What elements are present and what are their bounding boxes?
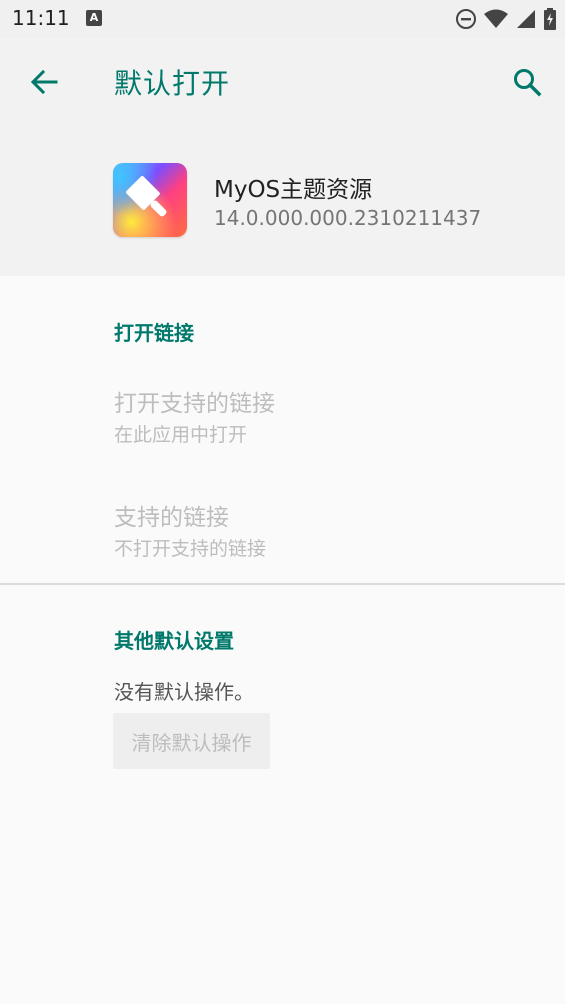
divider	[0, 583, 565, 585]
pref-summary: 在此应用中打开	[114, 424, 248, 446]
back-button[interactable]	[22, 60, 66, 104]
app-version: 14.0.000.000.2310211437	[214, 206, 482, 230]
no-default-message: 没有默认操作。	[114, 680, 254, 704]
battery-icon	[544, 8, 556, 30]
search-icon	[514, 69, 542, 97]
wifi-icon	[484, 9, 508, 28]
dnd-icon	[456, 9, 476, 29]
app-bar: 默认打开	[0, 38, 565, 126]
app-icon	[113, 163, 187, 237]
section-header-other-defaults: 其他默认设置	[114, 629, 234, 653]
arrow-back-icon	[30, 69, 58, 95]
pref-title: 支持的链接	[114, 505, 229, 531]
notification-a-icon: A	[86, 10, 102, 26]
status-time: 11:11	[12, 6, 70, 30]
pref-supported-links[interactable]: 支持的链接 不打开支持的链接	[0, 480, 565, 580]
app-header: MyOS主题资源 14.0.000.000.2310211437	[0, 126, 565, 276]
pref-summary: 不打开支持的链接	[114, 538, 267, 560]
status-bar: 11:11 A	[0, 0, 565, 38]
page-title: 默认打开	[114, 67, 231, 100]
pref-title: 打开支持的链接	[114, 391, 275, 417]
search-button[interactable]	[505, 60, 549, 104]
section-header-open-links: 打开链接	[114, 321, 194, 345]
signal-icon	[517, 10, 535, 28]
status-icons	[455, 8, 557, 30]
pref-open-supported-links[interactable]: 打开支持的链接 在此应用中打开	[0, 366, 565, 466]
clear-defaults-button[interactable]: 清除默认操作	[113, 713, 270, 769]
app-name: MyOS主题资源	[214, 177, 373, 203]
